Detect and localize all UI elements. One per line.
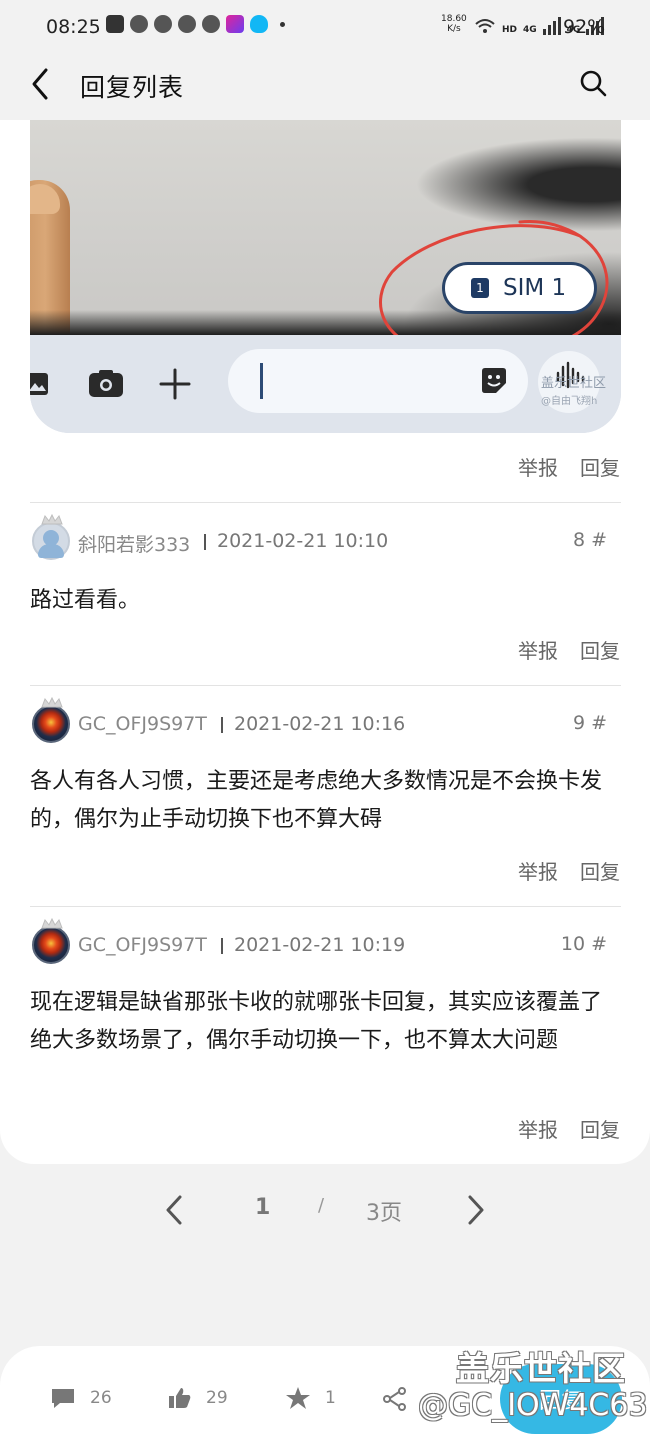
reply-button[interactable]: 回复 [580, 452, 620, 481]
reply-text: 各人有各人习惯，主要还是考虑绝大多数情况是不会换卡发的，偶尔为止手动切换下也不算… [30, 769, 603, 832]
plus-icon [159, 368, 191, 400]
reply-button[interactable]: 回复 [580, 856, 620, 885]
more-dot-icon [280, 21, 285, 27]
comment-count: 26 [90, 1388, 112, 1408]
reply-header: GC_OFJ9S97T 2021-02-21 10:19 10 # [30, 918, 621, 970]
qq-icon [250, 15, 268, 33]
comment-icon [52, 1389, 74, 1408]
chevron-left-icon [166, 1195, 182, 1225]
prev-page-button[interactable] [160, 1193, 188, 1227]
report-button[interactable]: 举报 [518, 856, 558, 885]
community-watermark: 盖乐世社区 [456, 1349, 626, 1388]
report-button[interactable]: 举报 [518, 635, 558, 664]
user-name[interactable]: GC_OFJ9S97T [78, 934, 207, 956]
post-time: 2021-02-21 10:19 [234, 934, 406, 956]
floor-number: 10 # [560, 933, 607, 955]
app-icon [178, 15, 196, 33]
search-button[interactable] [578, 68, 610, 100]
reply-header: 斜阳若影333 2021-02-21 10:10 8 # [30, 514, 621, 566]
favorite-button[interactable]: 1 [285, 1386, 336, 1410]
report-button[interactable]: 举报 [518, 452, 558, 481]
reply-text: 路过看看。 [30, 588, 141, 613]
avatar[interactable] [32, 705, 70, 743]
gallery-icon [30, 373, 48, 395]
reply-text: 现在逻辑是缺省那张卡收的就哪张卡回复，其实应该覆盖了绝大多数场景了，偶尔手动切换… [30, 990, 603, 1053]
notification-icons [106, 15, 285, 33]
page-title: 回复列表 [80, 73, 185, 102]
post-time: 2021-02-21 10:10 [217, 530, 389, 552]
divider [30, 502, 621, 503]
favorite-count: 1 [325, 1388, 336, 1408]
back-button[interactable] [24, 66, 60, 102]
floor-number: 8 # [572, 529, 607, 551]
status-time: 08:25 [46, 16, 101, 38]
share-icon [383, 1387, 406, 1411]
back-arrow-icon [32, 68, 48, 100]
pagination: 1 / 3页 [0, 1185, 650, 1235]
status-bar: 08:25 18.60 K/s HD 4G 4G 92% [0, 0, 650, 54]
reply-list-card: 1 SIM 1 盖乐世社区 @自由飞翔h 举报 回复 斜阳若影333 2021-… [0, 120, 650, 1164]
comment-count-button[interactable]: 26 [50, 1386, 112, 1410]
report-button[interactable]: 举报 [518, 1114, 558, 1143]
chat-input-bar: 盖乐世社区 @自由飞翔h [30, 335, 621, 433]
app-icon [202, 15, 220, 33]
like-count: 29 [206, 1388, 228, 1408]
separator [221, 938, 223, 954]
crown-icon [41, 697, 63, 708]
user-watermark: @GC_IOW4C63 [418, 1388, 648, 1423]
message-icon [106, 15, 124, 33]
sticker-icon [482, 368, 506, 393]
user-name[interactable]: GC_OFJ9S97T [78, 713, 207, 735]
app-header: 回复列表 [0, 54, 650, 120]
battery-level: 92% [563, 16, 606, 38]
separator [221, 717, 223, 733]
thumbs-up-icon [169, 1388, 191, 1408]
avatar[interactable] [32, 926, 70, 964]
like-button[interactable]: 29 [168, 1386, 228, 1410]
wifi-icon [475, 19, 495, 33]
youku-icon [226, 15, 244, 33]
reply-actions: 举报 回复 [518, 1114, 620, 1143]
post-time: 2021-02-21 10:16 [234, 713, 406, 735]
camera-icon [89, 370, 123, 397]
page-separator: / [318, 1195, 325, 1216]
app-icon [154, 15, 172, 33]
search-icon [580, 70, 607, 97]
wechat-icon [130, 15, 148, 33]
current-page[interactable]: 1 [255, 1195, 270, 1220]
share-button[interactable] [382, 1386, 408, 1412]
image-watermark: 盖乐世社区 @自由飞翔h [541, 376, 607, 407]
reply-actions: 举报 回复 [518, 856, 620, 885]
floor-number: 9 # [572, 712, 607, 734]
network-type-1: 4G [523, 25, 537, 35]
chevron-right-icon [468, 1195, 484, 1225]
star-icon [286, 1387, 310, 1409]
avatar[interactable] [32, 522, 70, 560]
divider [30, 906, 621, 907]
total-pages: 3页 [366, 1201, 402, 1226]
reply-header: GC_OFJ9S97T 2021-02-21 10:16 9 # [30, 697, 621, 749]
crown-icon [41, 514, 63, 525]
reply-button[interactable]: 回复 [580, 1114, 620, 1143]
text-cursor [260, 363, 263, 399]
signal-bars-icon [542, 17, 561, 35]
post-actions: 举报 回复 [518, 452, 620, 481]
hd-label: HD [502, 25, 518, 35]
reply-button[interactable]: 回复 [580, 635, 620, 664]
post-attached-image[interactable]: 1 SIM 1 盖乐世社区 @自由飞翔h [30, 120, 621, 433]
reply-actions: 举报 回复 [518, 635, 620, 664]
divider [30, 685, 621, 686]
net-speed: 18.60 K/s [441, 14, 467, 34]
crown-icon [41, 918, 63, 929]
user-name[interactable]: 斜阳若影333 [78, 530, 190, 557]
separator [204, 534, 206, 550]
next-page-button[interactable] [462, 1193, 490, 1227]
chat-input-field [228, 349, 528, 413]
